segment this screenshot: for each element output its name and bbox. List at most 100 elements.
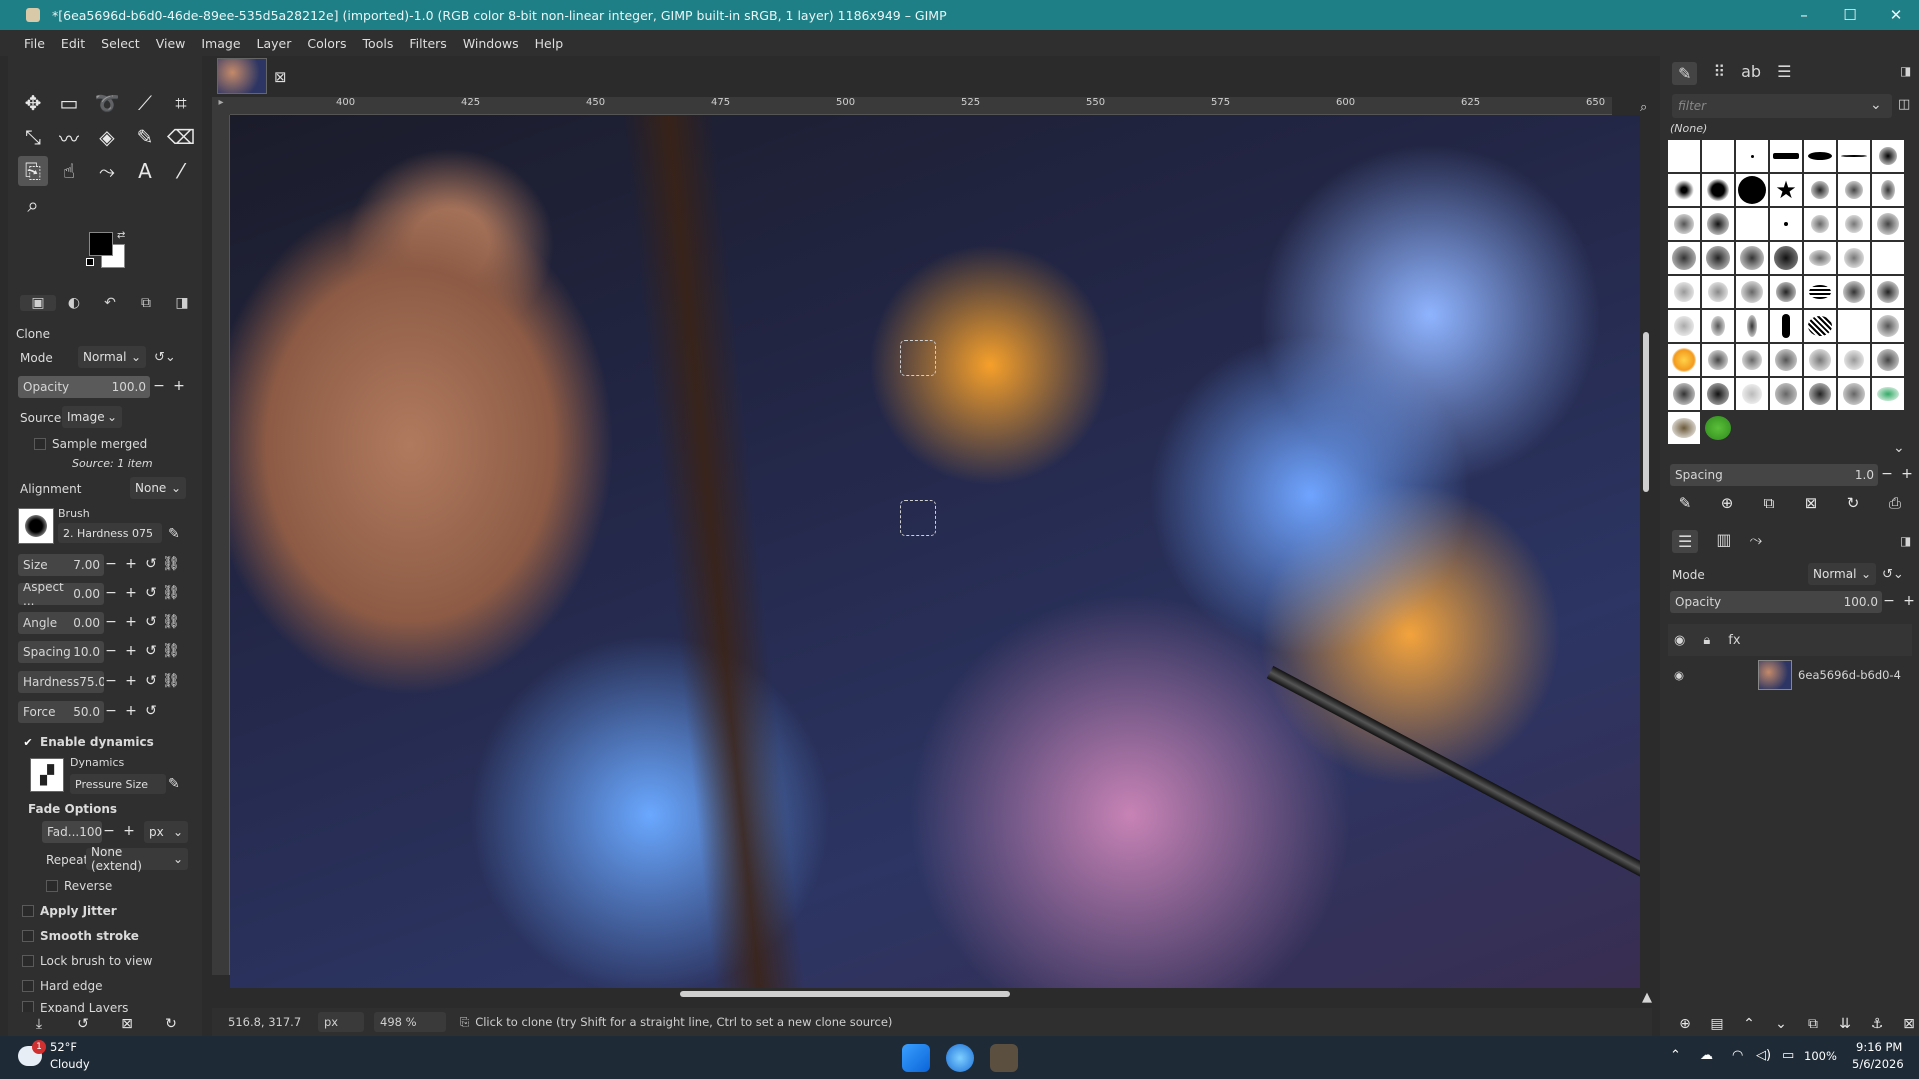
lock-brush-checkbox[interactable]: Lock brush to view — [22, 954, 153, 968]
volume-icon[interactable]: ◁) — [1756, 1048, 1771, 1063]
brush-tile[interactable] — [1804, 310, 1836, 342]
brush-tile[interactable] — [1804, 174, 1836, 206]
opacity-slider[interactable]: Opacity 100.0 — [18, 376, 150, 398]
brush-tile[interactable]: ★ — [1770, 174, 1802, 206]
delete-options-icon[interactable]: ⊠ — [118, 1016, 136, 1032]
brush-tile[interactable] — [1736, 174, 1768, 206]
brush-tile[interactable] — [1838, 378, 1870, 410]
reset-icon[interactable]: ↺ — [142, 556, 160, 572]
brush-tile[interactable] — [1668, 310, 1700, 342]
menu-file[interactable]: File — [16, 36, 53, 51]
raise-layer-icon[interactable]: ⌃ — [1740, 1016, 1758, 1032]
expand-layers-checkbox[interactable]: Expand Layers — [22, 1001, 128, 1012]
brush-tile[interactable] — [1702, 208, 1734, 240]
navigate-icon[interactable]: ▲ — [1642, 990, 1652, 1005]
visibility-eye-icon[interactable]: ◉ — [1674, 633, 1685, 648]
chain-icon[interactable]: ⛓ — [162, 614, 180, 630]
brush-tile[interactable] — [1804, 140, 1836, 172]
brush-tile[interactable] — [1838, 140, 1870, 172]
brush-tile[interactable] — [1668, 378, 1700, 410]
brush-tile[interactable] — [1770, 310, 1802, 342]
brush-tile[interactable] — [1668, 140, 1700, 172]
dynamics-preview[interactable]: ▞ — [30, 758, 64, 792]
vertical-scrollbar[interactable] — [1640, 97, 1652, 977]
brush-name-field[interactable]: 2. Hardness 075 — [58, 523, 162, 543]
brush-tile[interactable] — [1838, 174, 1870, 206]
paintbrush-tool-icon[interactable]: ✎ — [130, 122, 160, 152]
effects-fx-icon[interactable]: fx — [1728, 633, 1740, 648]
layers-tab-icon[interactable]: ☰ — [1672, 530, 1699, 553]
rect-select-tool-icon[interactable]: ▭ — [54, 88, 84, 118]
brush-tile[interactable] — [1804, 242, 1836, 274]
edit-dynamics-icon[interactable]: ✎ — [168, 776, 180, 792]
brush-tile[interactable] — [1872, 242, 1904, 274]
delete-brush-icon[interactable]: ⊠ — [1802, 494, 1820, 512]
checkbox-box[interactable] — [22, 955, 34, 967]
reset-mode-icon[interactable]: ↺⌄ — [154, 350, 176, 365]
browser-icon[interactable] — [946, 1044, 974, 1072]
brush-tile[interactable] — [1838, 208, 1870, 240]
menu-windows[interactable]: Windows — [455, 36, 527, 51]
chain-icon[interactable]: ⛓ — [162, 585, 180, 601]
brush-tile[interactable] — [1872, 378, 1904, 410]
brush-tile[interactable] — [1736, 310, 1768, 342]
horizontal-scroll-thumb[interactable] — [680, 991, 1010, 997]
duplicate-layer-icon[interactable]: ⧉ — [1804, 1016, 1822, 1032]
fade-unit-select[interactable]: px ⌄ — [144, 821, 188, 843]
edit-brush-icon[interactable]: ✎ — [1676, 494, 1694, 512]
plus-icon[interactable]: + — [122, 643, 140, 659]
paths-tab-icon[interactable]: ⤳ — [1749, 530, 1762, 553]
visibility-eye-icon[interactable]: ◉ — [1674, 668, 1684, 682]
transform-tool-icon[interactable]: ⤡ — [18, 122, 48, 152]
dynamics-name-field[interactable]: Pressure Size — [70, 774, 166, 794]
brush-tile[interactable] — [1770, 344, 1802, 376]
brush-filter-input[interactable]: filter — [1672, 94, 1892, 118]
clock-time[interactable]: 9:16 PM — [1856, 1040, 1902, 1054]
clone-tool-icon[interactable]: ⎘ — [18, 156, 48, 186]
brush-tile[interactable] — [1838, 310, 1870, 342]
brush-tile[interactable] — [1702, 412, 1734, 444]
anchor-layer-icon[interactable]: ⚓︎ — [1868, 1016, 1886, 1032]
brush-tile[interactable] — [1702, 378, 1734, 410]
brush-tile[interactable] — [1736, 276, 1768, 308]
fade-length-slider[interactable]: Fad... 100 — [42, 821, 102, 843]
minus-icon[interactable]: − — [102, 643, 120, 659]
bucket-fill-tool-icon[interactable]: ◈ — [92, 122, 122, 152]
brush-tile[interactable] — [1668, 242, 1700, 274]
size-slider[interactable]: Size 7.00 — [18, 554, 104, 576]
zoom-select[interactable]: 498 % — [374, 1012, 446, 1032]
smudge-tool-icon[interactable]: ☝ — [54, 156, 84, 186]
brush-tile[interactable] — [1736, 208, 1768, 240]
minus-icon[interactable]: − — [102, 673, 120, 689]
tool-options-tab-icon[interactable]: ▣ — [20, 295, 56, 311]
wifi-icon[interactable]: ◠ — [1732, 1048, 1743, 1063]
new-group-icon[interactable]: ▤ — [1708, 1016, 1726, 1032]
plus-icon[interactable]: + — [122, 673, 140, 689]
images-tab-icon[interactable]: ⧉ — [128, 295, 164, 311]
menu-edit[interactable]: Edit — [53, 36, 93, 51]
fonts-tab-icon[interactable]: ab — [1741, 62, 1761, 85]
refresh-brushes-icon[interactable]: ↻ — [1844, 494, 1862, 512]
patterns-tab-icon[interactable]: ⠿ — [1713, 62, 1725, 85]
hard-edge-checkbox[interactable]: Hard edge — [22, 979, 103, 993]
checkbox-box[interactable] — [22, 980, 34, 992]
hardness-slider[interactable]: Hardness 75.0 — [18, 671, 104, 693]
warp-tool-icon[interactable]: 〰 — [54, 122, 84, 152]
apply-jitter-checkbox[interactable]: Apply Jitter — [22, 904, 117, 918]
minus-icon[interactable]: − — [102, 703, 120, 719]
image-canvas[interactable] — [230, 115, 1640, 988]
swap-colors-icon[interactable]: ⇄ — [117, 230, 125, 241]
checkbox-box[interactable] — [22, 1001, 34, 1012]
color-picker-tool-icon[interactable]: ⁄ — [166, 156, 196, 186]
reset-icon[interactable]: ↺ — [142, 585, 160, 601]
zoom-tool-icon[interactable]: ⌕ — [18, 190, 48, 220]
menu-select[interactable]: Select — [93, 36, 148, 51]
brush-spacing-slider[interactable]: Spacing 1.0 — [1670, 464, 1878, 486]
configure-tab-icon[interactable]: ◨ — [1900, 64, 1911, 78]
battery-icon[interactable]: ▭ — [1782, 1048, 1794, 1063]
brush-tile[interactable] — [1872, 174, 1904, 206]
brush-tile[interactable] — [1736, 344, 1768, 376]
plus-icon[interactable]: + — [122, 614, 140, 630]
fuzzy-select-tool-icon[interactable]: ⟋ — [130, 88, 160, 118]
layer-mode-select[interactable]: Normal ⌄ — [1808, 563, 1876, 585]
